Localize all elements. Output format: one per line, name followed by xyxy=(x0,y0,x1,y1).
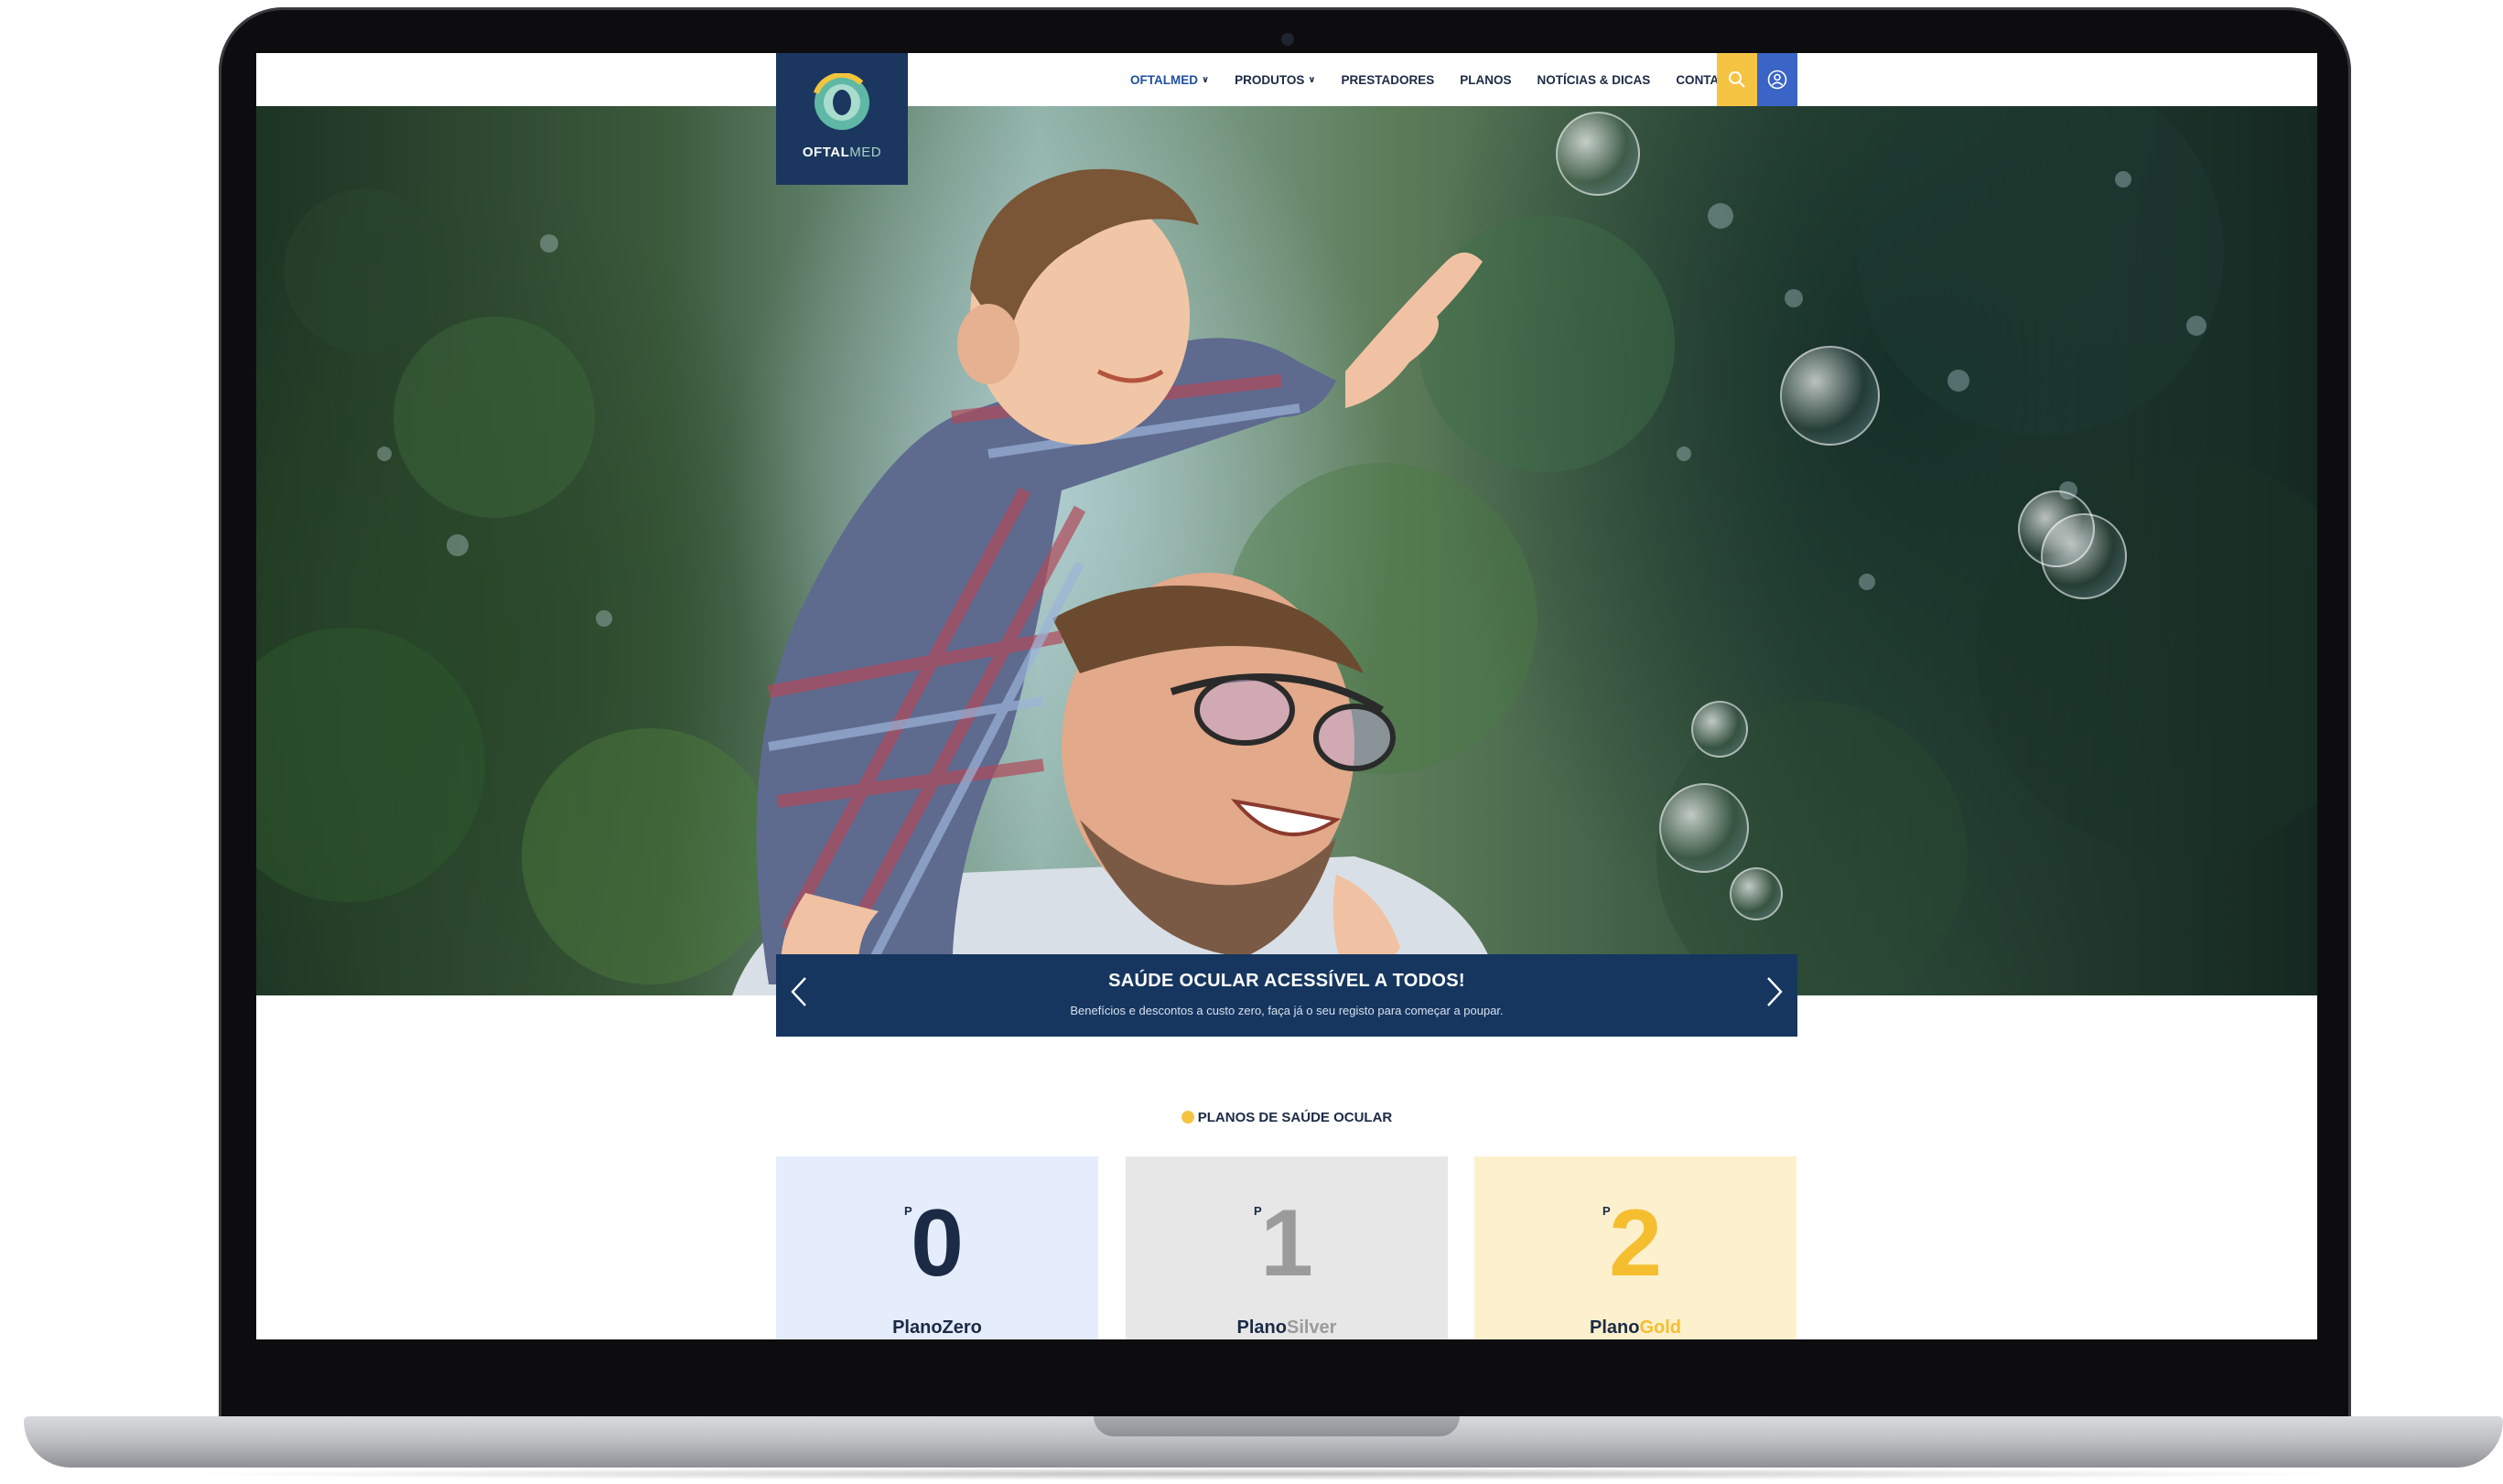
logo-wordmark: OFTALMED xyxy=(776,145,908,160)
plans-section-label: PLANOS DE SAÚDE OCULAR xyxy=(1197,1110,1393,1125)
plan-number: 0 xyxy=(911,1190,964,1296)
plan-name-tier: Silver xyxy=(1286,1317,1337,1338)
plan-number: 2 xyxy=(1609,1190,1662,1296)
plan-card-gold[interactable]: P 2 PlanoGold xyxy=(1474,1156,1796,1339)
slider-next-button[interactable] xyxy=(1761,976,1788,1015)
hero-slider-caption: SAÚDE OCULAR ACESSÍVEL A TODOS! Benefíci… xyxy=(776,954,1797,1037)
search-button[interactable] xyxy=(1717,53,1757,106)
plan-name-prefix: Plano xyxy=(892,1317,943,1338)
nav-item-prestadores[interactable]: PRESTADORES xyxy=(1342,73,1435,87)
nav-item-label: OFTALMED xyxy=(1130,72,1198,87)
chevron-right-icon xyxy=(1767,977,1783,1006)
nav-item-label: PLANOS xyxy=(1460,72,1512,87)
site-logo[interactable]: OFTALMED xyxy=(776,53,908,185)
nav-item-planos[interactable]: PLANOS xyxy=(1460,73,1511,87)
nav-item-noticias[interactable]: NOTÍCIAS & DICAS xyxy=(1537,73,1651,87)
plan-card-zero[interactable]: P 0 PlanoZero xyxy=(776,1156,1098,1339)
soap-bubble xyxy=(1730,867,1783,920)
logo-text-bold: OFTAL xyxy=(802,145,850,160)
plan-name-prefix: Plano xyxy=(1590,1317,1640,1338)
plan-name: PlanoGold xyxy=(1474,1317,1796,1339)
chevron-down-icon: ∨ xyxy=(1202,74,1210,85)
plan-number: 1 xyxy=(1260,1190,1313,1296)
camera-icon xyxy=(1281,33,1294,46)
plan-name-prefix: Plano xyxy=(1236,1317,1287,1338)
soap-bubble xyxy=(1780,346,1880,446)
nav-item-label: PRODUTOS xyxy=(1235,72,1305,87)
plans-section-title: PLANOS DE SAÚDE OCULAR xyxy=(256,1110,2317,1125)
plan-name: PlanoZero xyxy=(776,1317,1098,1339)
laptop-notch xyxy=(1094,1416,1460,1436)
hero-subtitle: Benefícios e descontos a custo zero, faç… xyxy=(1070,1004,1504,1017)
soap-bubble xyxy=(1691,701,1748,758)
chevron-down-icon: ∨ xyxy=(1308,74,1316,85)
nav-item-oftalmed[interactable]: OFTALMED ∨ xyxy=(1130,73,1209,87)
nav-item-label: NOTÍCIAS & DICAS xyxy=(1537,72,1651,87)
logo-text-light: MED xyxy=(849,145,882,160)
plan-name-tier: Gold xyxy=(1639,1317,1681,1338)
soap-bubble xyxy=(1659,783,1749,873)
user-icon xyxy=(1767,70,1787,90)
site-header: OFTALMED ∨ PRODUTOS ∨ PRESTADORES PLANOS… xyxy=(256,53,2317,106)
user-account-button[interactable] xyxy=(1757,53,1797,106)
nav-item-produtos[interactable]: PRODUTOS ∨ xyxy=(1235,73,1315,87)
soap-bubble xyxy=(2041,513,2127,599)
search-icon xyxy=(1729,71,1745,88)
father-and-child-photo xyxy=(732,168,1501,995)
yellow-dot-icon xyxy=(1181,1111,1194,1124)
plan-name-tier: Zero xyxy=(942,1317,982,1338)
website-screen: OFTALMED ∨ PRODUTOS ∨ PRESTADORES PLANOS… xyxy=(256,53,2317,1339)
hero-title: SAÚDE OCULAR ACESSÍVEL A TODOS! xyxy=(1108,971,1465,991)
hero-image xyxy=(256,106,2317,995)
nav-item-label: PRESTADORES xyxy=(1341,72,1435,87)
plan-name: PlanoSilver xyxy=(1126,1317,1448,1339)
main-nav: OFTALMED ∨ PRODUTOS ∨ PRESTADORES PLANOS… xyxy=(1130,53,1779,106)
laptop-shadow xyxy=(165,1468,2361,1480)
logo-mark-icon xyxy=(813,73,871,132)
soap-bubble xyxy=(1556,112,1640,196)
plan-card-silver[interactable]: P 1 PlanoSilver xyxy=(1126,1156,1448,1339)
